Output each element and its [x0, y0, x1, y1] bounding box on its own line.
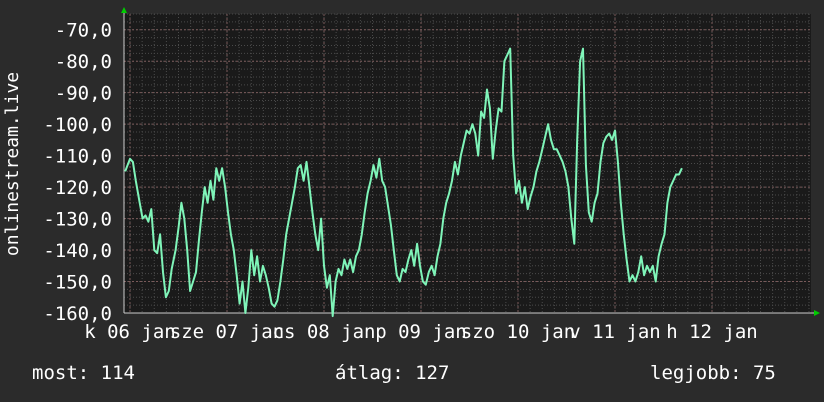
line-chart: -160,0-150,0-140,0-130,0-120,0-110,0-100…	[2, 7, 820, 343]
x-axis-arrow	[814, 310, 820, 316]
x-tick-label: sze 07 jan	[170, 321, 284, 343]
y-tick-label: -90,0	[55, 83, 112, 105]
x-tick-label: k 06 jan	[84, 321, 176, 343]
x-tick-label: h 12 jan	[666, 321, 758, 343]
y-tick-label: -70,0	[55, 20, 112, 42]
stat-current: most: 114	[32, 362, 135, 384]
y-tick-label: -120,0	[43, 177, 112, 199]
x-tick-label: cs 08 jan	[273, 321, 376, 343]
stat-best: legjobb: 75	[650, 362, 776, 384]
y-tick-label: -150,0	[43, 272, 112, 294]
x-tick-label: szo 10 jan	[461, 321, 575, 343]
y-axis-label: onlinestream.live	[2, 72, 23, 256]
y-tick-label: -80,0	[55, 51, 112, 73]
y-tick-label: -140,0	[43, 240, 112, 262]
y-tick-label: -100,0	[43, 114, 112, 136]
y-tick-label: -110,0	[43, 146, 112, 168]
stat-average: átlag: 127	[335, 362, 450, 384]
y-tick-label: -130,0	[43, 209, 112, 231]
chart-container: -160,0 -150,0 -140,0 -130,0 -120,0 -110,0 -100…	[0, 0, 824, 402]
y-axis-arrow	[121, 7, 127, 13]
x-tick-label: v 11 jan	[569, 321, 661, 343]
x-tick-label: p 09 jan	[375, 321, 467, 343]
